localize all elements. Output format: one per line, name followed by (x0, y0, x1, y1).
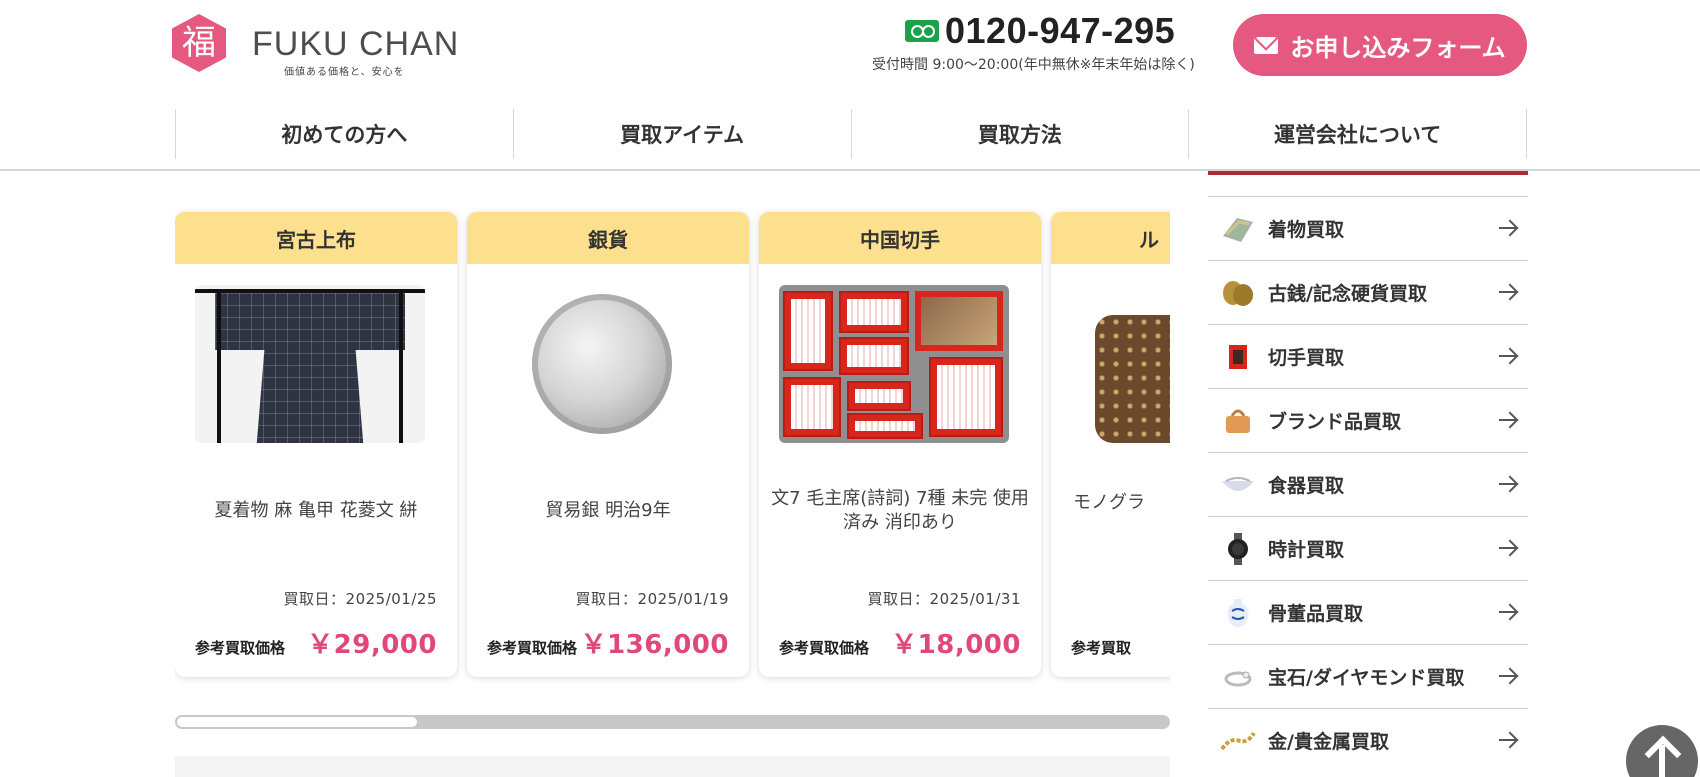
nav-item-purchase-items[interactable]: 買取アイテム (512, 109, 851, 159)
card-price-label: 参考買取価格 (487, 639, 578, 657)
logo-kanji: 福 (182, 23, 216, 63)
arrow-right-icon (1498, 218, 1518, 238)
global-nav: 初めての方へ 買取アイテム 買取方法 運営会社について (175, 109, 1527, 159)
purchase-card[interactable]: 宮古上布 夏着物 麻 亀甲 花菱文 絣 買取日：2025/01/25 参考買取価… (175, 212, 457, 677)
category-sidebar: 着物買取 古銭/記念硬貨買取 切手買取 ブランド品買取 食器買取 時計買取 骨董… (1208, 160, 1528, 777)
sidebar-item-label: ブランド品買取 (1268, 411, 1402, 433)
sidebar-item-precious-metals[interactable]: 金/貴金属買取 (1208, 708, 1528, 772)
coin-icon (1220, 275, 1256, 311)
card-category: 宮古上布 (175, 212, 457, 264)
handbag-icon (1220, 403, 1256, 439)
ring-icon (1220, 659, 1256, 695)
card-purchase-date: 買取日：2025/01/25 (283, 590, 437, 608)
site-header: 福 FUKU CHAN 価値ある価格と、安心を 0120-947-295 受付時… (0, 0, 1700, 100)
stamps-photo (779, 285, 1009, 443)
tableware-icon (1220, 467, 1256, 503)
card-price: ￥136,000 (580, 630, 729, 660)
card-price: ￥29,000 (307, 630, 437, 660)
gold-chain-icon (1220, 723, 1256, 759)
phone-number[interactable]: 0120-947-295 (945, 10, 1175, 52)
sidebar-item-brand-goods[interactable]: ブランド品買取 (1208, 388, 1528, 452)
card-purchase-date: 買取日：2025/01/19 (575, 590, 729, 608)
scroll-to-top-icon[interactable] (1626, 725, 1698, 777)
sidebar-item-label: 時計買取 (1268, 539, 1345, 561)
nav-item-company[interactable]: 運営会社について (1188, 109, 1527, 159)
fukuchan-logo-icon[interactable]: 福 (172, 14, 228, 74)
application-form-label: お申し込みフォーム (1290, 33, 1506, 62)
sidebar-item-label: 切手買取 (1268, 347, 1345, 369)
kimono-icon (1220, 211, 1256, 247)
sidebar-item-label: 着物買取 (1268, 219, 1345, 241)
application-form-button[interactable]: お申し込みフォーム (1233, 14, 1527, 76)
arrow-right-icon (1498, 410, 1518, 430)
arrow-right-icon (1498, 346, 1518, 366)
sidebar-item-watches[interactable]: 時計買取 (1208, 516, 1528, 580)
purchase-card[interactable]: ル モノグラ 参考買取 (1051, 212, 1170, 677)
brand-name[interactable]: FUKU CHAN (252, 25, 459, 64)
sidebar-item-label: 金/貴金属買取 (1268, 731, 1389, 753)
card-item-title: モノグラ (1073, 492, 1145, 513)
arrow-right-icon (1498, 602, 1518, 622)
card-price-label: 参考買取価格 (779, 639, 870, 657)
kimono-photo (195, 285, 425, 443)
sidebar-item-label: 宝石/ダイヤモンド買取 (1268, 667, 1465, 689)
handbag-photo (1071, 285, 1170, 443)
sidebar-item-kimono[interactable]: 着物買取 (1208, 196, 1528, 260)
arrow-right-icon (1498, 538, 1518, 558)
sidebar-item-label: 骨董品買取 (1268, 603, 1364, 625)
card-purchase-date: 買取日：2025/01/31 (867, 590, 1021, 608)
card-category: ル (1051, 212, 1170, 264)
arrow-right-icon (1498, 282, 1518, 302)
purchase-card[interactable]: 中国切手 文7 毛主席(詩詞) 7種 未完 使用済み 消印あり 買取日：2025… (759, 212, 1041, 677)
nav-item-purchase-methods[interactable]: 買取方法 (850, 109, 1189, 159)
sidebar-item-coins[interactable]: 古銭/記念硬貨買取 (1208, 260, 1528, 324)
next-section-block (175, 756, 1170, 777)
sidebar-item-jewelry[interactable]: 宝石/ダイヤモンド買取 (1208, 644, 1528, 708)
freedial-icon (905, 20, 939, 42)
card-price: ￥18,000 (891, 630, 1021, 660)
brand-tagline: 価値ある価格と、安心を (284, 67, 405, 78)
watch-icon (1220, 531, 1256, 567)
sidebar-item-label: 食器買取 (1268, 475, 1345, 497)
card-price-label: 参考買取価格 (195, 639, 286, 657)
logo-hexagon: 福 (172, 14, 226, 72)
silver-coin-photo (487, 285, 717, 443)
sidebar-item-antiques[interactable]: 骨董品買取 (1208, 580, 1528, 644)
purchase-card[interactable]: 銀貨 貿易銀 明治9年 買取日：2025/01/19 参考買取価格 ￥136,0… (467, 212, 749, 677)
card-item-title: 文7 毛主席(詩詞) 7種 未完 使用済み 消印あり (771, 488, 1029, 533)
card-category: 銀貨 (467, 212, 749, 264)
mail-icon (1254, 36, 1279, 54)
arrow-right-icon (1498, 474, 1518, 494)
stamp-icon (1220, 339, 1256, 375)
card-item-title: 夏着物 麻 亀甲 花菱文 絣 (214, 500, 418, 521)
business-hours: 受付時間 9:00～20:00(年中無休※年末年始は除く) (872, 57, 1195, 73)
nav-item-first-time[interactable]: 初めての方へ (175, 109, 513, 159)
sidebar-category-list: 着物買取 古銭/記念硬貨買取 切手買取 ブランド品買取 食器買取 時計買取 骨董… (1208, 196, 1528, 772)
sidebar-item-stamps[interactable]: 切手買取 (1208, 324, 1528, 388)
phone-contact[interactable]: 0120-947-295 (905, 10, 1175, 52)
carousel-scroll-thumb[interactable] (177, 717, 417, 727)
antique-vase-icon (1220, 595, 1256, 631)
arrow-right-icon (1498, 666, 1518, 686)
carousel-scrollbar[interactable] (175, 715, 1170, 729)
sidebar-top-accent (1208, 160, 1528, 175)
sidebar-item-label: 古銭/記念硬貨買取 (1268, 283, 1427, 305)
card-price-label: 参考買取 (1071, 639, 1132, 657)
sidebar-item-tableware[interactable]: 食器買取 (1208, 452, 1528, 516)
arrow-right-icon (1498, 730, 1518, 750)
purchase-results-carousel[interactable]: 宮古上布 夏着物 麻 亀甲 花菱文 絣 買取日：2025/01/25 参考買取価… (175, 205, 1170, 685)
card-category: 中国切手 (759, 212, 1041, 264)
card-item-title: 貿易銀 明治9年 (545, 500, 671, 521)
